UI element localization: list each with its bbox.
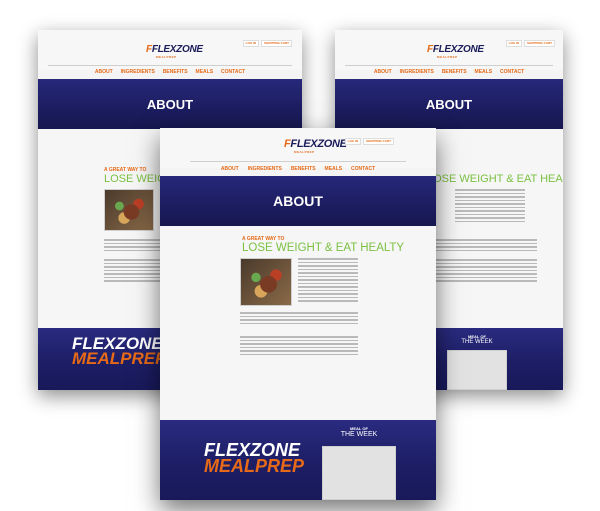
meal-of-week-label: MEAL OF THE WEEK: [322, 426, 396, 438]
nav-ingredients[interactable]: INGREDIENTS: [248, 166, 282, 172]
paragraph-block-3: [427, 259, 537, 282]
login-link[interactable]: LOG IN: [344, 138, 361, 145]
hero-banner: ABOUT: [160, 176, 436, 226]
nav-contact[interactable]: CONTACT: [221, 69, 245, 75]
header-divider: [190, 161, 406, 162]
header-divider: [48, 65, 292, 66]
login-link[interactable]: LOG IN: [505, 40, 522, 47]
nav-meals[interactable]: MEALS: [475, 69, 493, 75]
nav-benefits[interactable]: BENEFITS: [291, 166, 316, 172]
meal-of-week-card[interactable]: [447, 350, 507, 390]
paragraph-block-2: [427, 239, 537, 251]
main-nav: ABOUT INGREDIENTS BENEFITS MEALS CONTACT: [160, 166, 436, 172]
brand-logo[interactable]: FFLEXZONE MEALPREP: [146, 44, 203, 59]
nav-about[interactable]: ABOUT: [221, 166, 239, 172]
cart-link[interactable]: SHOPPING CART: [260, 40, 292, 47]
main-nav: ABOUT INGREDIENTS BENEFITS MEALS CONTACT: [38, 69, 302, 75]
content-area: A GREAT WAY TO LOSE WEIGHT & EAT HEALTY: [160, 226, 436, 426]
headline: LOSE WEIGHT & EAT HEALTY: [242, 242, 405, 254]
paragraph-block-2: [240, 312, 358, 324]
brand-sub: MEALPREP: [294, 150, 315, 154]
brand-sub: MEALPREP: [156, 55, 177, 59]
nav-ingredients[interactable]: INGREDIENTS: [400, 69, 434, 75]
footer-logo-sub: MEALPREP: [72, 349, 167, 369]
paragraph-block: [455, 189, 525, 222]
brand-name: FLEXZONE: [432, 44, 484, 55]
hero-title: ABOUT: [425, 96, 473, 112]
food-photo: [104, 189, 154, 231]
food-photo: [240, 258, 292, 306]
page-mockup-front: FFLEXZONE MEALPREP LOG IN SHOPPING CART …: [160, 128, 436, 500]
brand-logo[interactable]: FFLEXZONE MEALPREP: [284, 138, 347, 154]
nav-contact[interactable]: CONTACT: [351, 166, 375, 172]
headline: LOSE WEIGHT & EAT HEALTY: [427, 173, 563, 185]
nav-ingredients[interactable]: INGREDIENTS: [121, 69, 155, 75]
meal-label-line2: THE WEEK: [461, 339, 493, 345]
brand-logo[interactable]: FFLEXZONE MEALPREP: [427, 44, 484, 59]
nav-benefits[interactable]: BENEFITS: [163, 69, 188, 75]
nav-about[interactable]: ABOUT: [374, 69, 392, 75]
cart-link[interactable]: SHOPPING CART: [523, 40, 555, 47]
utility-links: LOG IN SHOPPING CART: [344, 138, 394, 145]
hero-title: ABOUT: [146, 96, 194, 112]
nav-meals[interactable]: MEALS: [325, 166, 343, 172]
site-footer: FLEXZONE MEALPREP MEAL OF THE WEEK: [160, 420, 436, 500]
header-divider: [345, 65, 553, 66]
login-link[interactable]: LOG IN: [242, 40, 259, 47]
nav-meals[interactable]: MEALS: [196, 69, 214, 75]
hero-banner: ABOUT: [335, 79, 563, 129]
cart-link[interactable]: SHOPPING CART: [362, 138, 394, 145]
footer-logo: FLEXZONE MEALPREP: [204, 441, 305, 477]
footer-logo-sub: MEALPREP: [204, 456, 305, 477]
paragraph-block-3: [240, 336, 358, 355]
nav-contact[interactable]: CONTACT: [500, 69, 524, 75]
meal-of-week-card[interactable]: [322, 446, 396, 500]
hero-banner: ABOUT: [38, 79, 302, 129]
footer-logo: FLEXZONE MEALPREP: [72, 335, 167, 369]
nav-about[interactable]: ABOUT: [95, 69, 113, 75]
meal-label-line2: THE WEEK: [340, 431, 378, 438]
utility-links: LOG IN SHOPPING CART: [242, 40, 292, 47]
mockup-stage: FFLEXZONE MEALPREP LOG IN SHOPPING CART …: [0, 0, 600, 511]
brand-sub: MEALPREP: [437, 55, 458, 59]
brand-name: FLEXZONE: [151, 44, 203, 55]
nav-benefits[interactable]: BENEFITS: [442, 69, 467, 75]
brand-name: FLEXZONE: [290, 138, 347, 150]
utility-links: LOG IN SHOPPING CART: [505, 40, 555, 47]
paragraph-block: [298, 258, 358, 302]
main-nav: ABOUT INGREDIENTS BENEFITS MEALS CONTACT: [335, 69, 563, 75]
hero-title: ABOUT: [273, 193, 323, 209]
meal-of-week-label: MEAL OF THE WEEK: [447, 334, 507, 345]
